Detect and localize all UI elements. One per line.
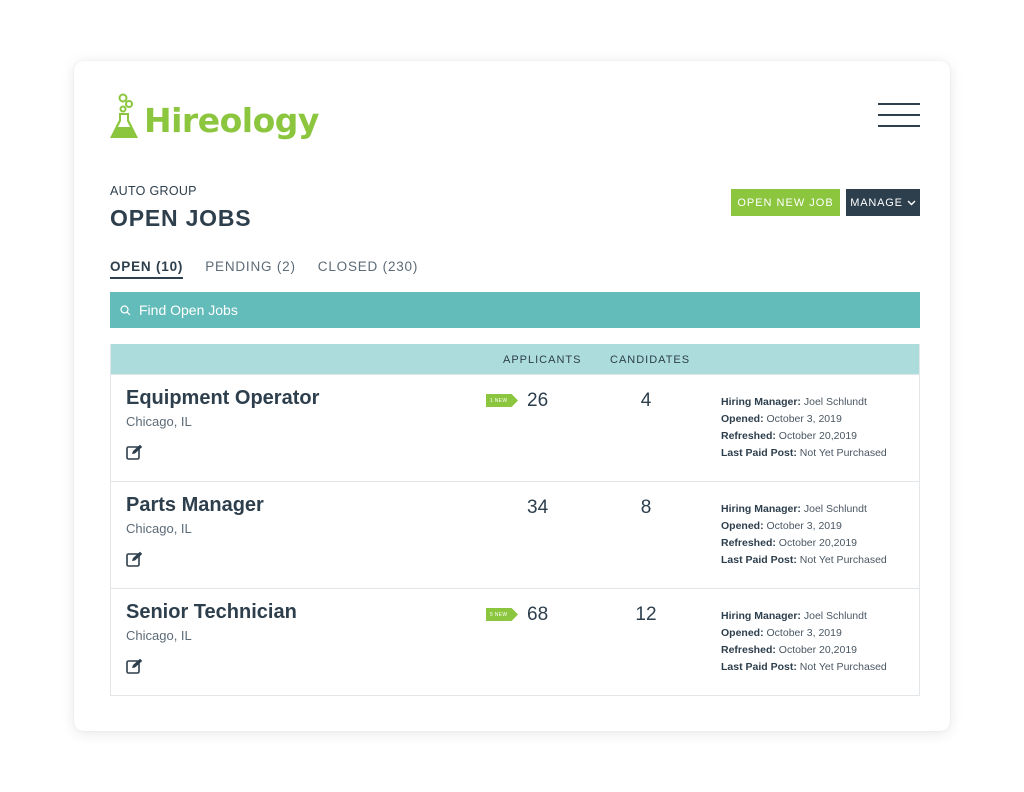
job-meta: Hiring Manager: Joel Schlundt Opened: Oc…: [721, 501, 887, 569]
opened-value: October 3, 2019: [766, 627, 842, 639]
opened-label: Opened:: [721, 520, 764, 532]
search-icon: [120, 304, 131, 315]
candidates-count[interactable]: 12: [601, 604, 691, 626]
flask-logo-icon: [110, 93, 138, 138]
job-location: Chicago, IL: [126, 628, 192, 643]
table-row[interactable]: Equipment Operator Chicago, IL 1 NEW 26 …: [111, 374, 919, 481]
hiring-manager-label: Hiring Manager:: [721, 610, 801, 622]
brand-name: Hireology: [144, 100, 319, 140]
refreshed-value: October 20,2019: [778, 537, 858, 549]
opened-label: Opened:: [721, 627, 764, 639]
open-new-job-button[interactable]: OPEN NEW JOB: [731, 189, 840, 216]
edit-icon[interactable]: [126, 658, 144, 679]
job-location: Chicago, IL: [126, 521, 192, 536]
opened-label: Opened:: [721, 413, 764, 425]
last-paid-post-label: Last Paid Post:: [721, 554, 797, 566]
job-location: Chicago, IL: [126, 414, 192, 429]
applicants-column-header: APPLICANTS: [503, 354, 582, 366]
manage-label: MANAGE: [850, 196, 903, 209]
job-meta: Hiring Manager: Joel Schlundt Opened: Oc…: [721, 608, 887, 676]
refreshed-label: Refreshed:: [721, 430, 776, 442]
table-header: APPLICANTS CANDIDATES: [111, 344, 919, 374]
applicants-count[interactable]: 34: [527, 497, 548, 519]
hiring-manager-value: Joel Schlundt: [803, 396, 867, 408]
refreshed-value: October 20,2019: [778, 644, 858, 656]
hiring-manager-value: Joel Schlundt: [803, 610, 867, 622]
chevron-down-icon: [907, 200, 916, 205]
job-meta: Hiring Manager: Joel Schlundt Opened: Oc…: [721, 394, 887, 462]
search-bar[interactable]: [110, 292, 920, 328]
candidates-count[interactable]: 8: [601, 497, 691, 519]
hiring-manager-value: Joel Schlundt: [803, 503, 867, 515]
applicants-count[interactable]: 26: [527, 390, 548, 412]
job-title[interactable]: Equipment Operator: [126, 387, 319, 410]
new-applicants-badge: 1 NEW: [486, 394, 518, 407]
last-paid-post-value: Not Yet Purchased: [799, 661, 887, 673]
edit-icon[interactable]: [126, 444, 144, 465]
hiring-manager-label: Hiring Manager:: [721, 503, 801, 515]
hamburger-icon[interactable]: [878, 103, 920, 127]
refreshed-label: Refreshed:: [721, 644, 776, 656]
last-paid-post-value: Not Yet Purchased: [799, 554, 887, 566]
last-paid-post-value: Not Yet Purchased: [799, 447, 887, 459]
jobs-card: Hireology AUTO GROUP OPEN JOBS OPEN NEW …: [74, 61, 950, 731]
opened-value: October 3, 2019: [766, 520, 842, 532]
last-paid-post-label: Last Paid Post:: [721, 447, 797, 459]
tab-closed[interactable]: CLOSED (230): [318, 259, 418, 279]
opened-value: October 3, 2019: [766, 413, 842, 425]
manage-button[interactable]: MANAGE: [846, 189, 920, 216]
candidates-column-header: CANDIDATES: [610, 354, 691, 366]
refreshed-value: October 20,2019: [778, 430, 858, 442]
page-subtitle: AUTO GROUP: [110, 184, 197, 198]
applicants-count[interactable]: 68: [527, 604, 548, 626]
new-applicants-badge: 5 NEW: [486, 608, 518, 621]
jobs-table: APPLICANTS CANDIDATES Equipment Operator…: [110, 344, 920, 696]
candidates-count[interactable]: 4: [601, 390, 691, 412]
hiring-manager-label: Hiring Manager:: [721, 396, 801, 408]
job-status-tabs: OPEN (10) PENDING (2) CLOSED (230): [110, 259, 418, 279]
refreshed-label: Refreshed:: [721, 537, 776, 549]
last-paid-post-label: Last Paid Post:: [721, 661, 797, 673]
hireology-logo[interactable]: Hireology: [110, 91, 319, 143]
job-title[interactable]: Senior Technician: [126, 601, 297, 624]
table-row[interactable]: Senior Technician Chicago, IL 5 NEW 68 1…: [111, 588, 919, 695]
tab-pending[interactable]: PENDING (2): [205, 259, 296, 279]
table-row[interactable]: Parts Manager Chicago, IL 34 8 Hiring Ma…: [111, 481, 919, 588]
page-title: OPEN JOBS: [110, 205, 252, 231]
tab-open[interactable]: OPEN (10): [110, 259, 184, 279]
edit-icon[interactable]: [126, 551, 144, 572]
job-title[interactable]: Parts Manager: [126, 494, 264, 517]
search-input[interactable]: [139, 302, 839, 318]
